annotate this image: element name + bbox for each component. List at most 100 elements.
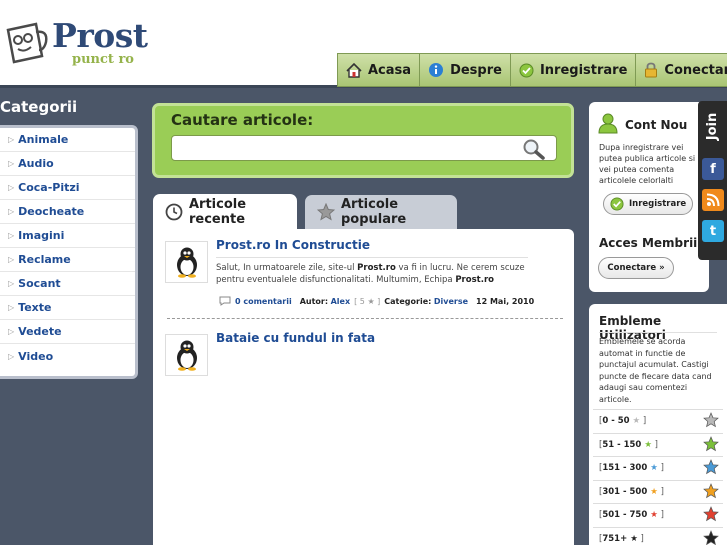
nav-despre[interactable]: Despre: [419, 53, 510, 87]
emblem-level-0: [ 0 - 50 ★ ]: [593, 409, 723, 432]
category-label: Reclame: [18, 253, 71, 266]
triangle-right-icon: ▷: [8, 135, 15, 144]
site-logo[interactable]: Prost punct ro: [2, 14, 152, 70]
search-input[interactable]: [171, 135, 557, 161]
category-label: Coca-Pitzi: [18, 181, 80, 194]
category-label: Socant: [18, 277, 61, 290]
nav-conectare[interactable]: Conectare: [635, 53, 727, 87]
join-label[interactable]: Join: [698, 105, 727, 147]
emblem-star-icon: [703, 482, 719, 498]
category-item[interactable]: ▷ Imagini: [0, 224, 135, 248]
category-label: Vedete: [18, 325, 62, 338]
category-link[interactable]: Diverse: [434, 297, 468, 306]
category-label: Imagini: [18, 229, 65, 242]
category-label: Deocheate: [18, 205, 85, 218]
triangle-right-icon: ▷: [8, 159, 15, 168]
account-text: Dupa inregistrare vei putea publica arti…: [599, 143, 696, 185]
article-divider: [167, 318, 563, 319]
category-label: Audio: [18, 157, 54, 170]
register-button[interactable]: Inregistrare: [603, 193, 693, 215]
category-item[interactable]: ▷ Texte: [0, 296, 135, 320]
nav-despre-label: Despre: [450, 62, 502, 78]
emblem-level-2: [ 151 - 300 ★ ]: [593, 456, 723, 479]
account-title: Cont Nou: [597, 112, 687, 137]
check-icon: [519, 63, 534, 78]
nav-conectare-label: Conectare: [664, 62, 727, 78]
clock-icon: [165, 203, 183, 221]
check-icon: [610, 197, 624, 211]
category-label: Animale: [18, 133, 69, 146]
facebook-icon[interactable]: f: [702, 158, 724, 180]
triangle-right-icon: ▷: [8, 255, 15, 264]
category-label: Video: [18, 349, 54, 363]
triangle-right-icon: ▷: [8, 207, 15, 216]
mug-logo-icon: [6, 22, 48, 64]
search-panel: Cautare articole:: [152, 103, 574, 178]
category-item[interactable]: ▷ Animale: [0, 128, 135, 152]
emblem-level-3: [ 301 - 500 ★ ]: [593, 479, 723, 503]
search-button[interactable]: [522, 138, 546, 164]
site-header: Prost punct ro Acasa Despre Inregistrare: [0, 0, 727, 88]
article-title[interactable]: Bataie cu fundul in fata: [216, 331, 375, 345]
comments-link[interactable]: 0 comentarii: [235, 297, 292, 306]
article-avatar: [165, 241, 208, 283]
article-excerpt: Salut, In urmatoarele zile, site-ul Pros…: [216, 257, 528, 286]
connect-button[interactable]: Conectare »: [598, 257, 674, 279]
tab-popular-label: Articole populare: [341, 197, 407, 227]
emblems-panel: Embleme Utilizatori Emblemele se acorda …: [589, 304, 727, 545]
members-title: Acces Membrii: [599, 236, 698, 250]
tab-recent[interactable]: Articole recente: [153, 194, 297, 230]
tab-recent-label: Articole recente: [189, 197, 247, 227]
account-panel: Cont Nou Dupa inregistrare vei putea pub…: [589, 102, 709, 292]
author-link[interactable]: Alex: [331, 297, 351, 306]
nav-inregistrare-label: Inregistrare: [539, 62, 628, 78]
triangle-right-icon: ▷: [8, 351, 15, 361]
category-item[interactable]: ▷ Deocheate: [0, 200, 135, 224]
user-icon: [597, 112, 619, 137]
category-item[interactable]: ▷ Socant: [0, 272, 135, 296]
category-item[interactable]: ▷ Audio: [0, 152, 135, 176]
brand-sub: punct ro: [72, 52, 134, 67]
emblem-level-1: [ 51 - 150 ★ ]: [593, 432, 723, 456]
rss-icon[interactable]: [702, 189, 724, 211]
emblems-text: Emblemele se acorda automat in functie d…: [599, 332, 717, 405]
emblem-star-icon: [703, 435, 719, 451]
category-label: Texte: [18, 301, 52, 314]
emblem-star-icon: [703, 459, 719, 475]
emblem-star-icon: [703, 506, 719, 522]
categories-list: ▷ Animale ▷ Audio ▷ Coca-Pitzi ▷ Deocheate ▷…: [0, 125, 138, 379]
tab-popular[interactable]: Articole populare: [305, 195, 457, 229]
nav-inregistrare[interactable]: Inregistrare: [509, 53, 636, 87]
search-title: Cautare articole:: [171, 111, 314, 129]
star-icon: [317, 203, 335, 221]
lock-icon: [644, 62, 658, 78]
category-item[interactable]: ▷ Coca-Pitzi: [0, 176, 135, 200]
triangle-right-icon: ▷: [8, 327, 15, 336]
emblem-level-4: [ 501 - 750 ★ ]: [593, 503, 723, 526]
article-avatar: [165, 334, 208, 376]
search-icon: [523, 139, 545, 160]
tux-icon: [176, 340, 197, 371]
category-item[interactable]: ▷ Vedete: [0, 320, 135, 344]
article-rating: [ 5 ★ ]: [354, 296, 381, 306]
info-icon: [428, 62, 444, 78]
triangle-right-icon: ▷: [8, 279, 15, 288]
comment-icon: [219, 296, 231, 306]
emblem-level-5: [ 751+ ★ ]: [593, 526, 723, 545]
article-title[interactable]: Prost.ro In Constructie: [216, 238, 370, 252]
main-nav: Acasa Despre Inregistrare Conectare: [337, 53, 727, 87]
twitter-icon[interactable]: t: [702, 220, 724, 242]
categories-title: Categorii: [0, 98, 78, 116]
category-item[interactable]: ▷ Reclame: [0, 248, 135, 272]
triangle-right-icon: ▷: [8, 231, 15, 240]
articles-panel: Prost.ro In Constructie Salut, In urmato…: [153, 229, 574, 545]
category-item[interactable]: ▷ Video: [0, 344, 135, 368]
triangle-right-icon: ▷: [8, 303, 15, 312]
emblem-star-icon: [703, 529, 719, 545]
article-date: 12 Mai, 2010: [476, 296, 535, 306]
social-bar: Join f t: [698, 101, 727, 260]
brand-name: Prost: [52, 16, 148, 55]
nav-acasa-label: Acasa: [368, 62, 412, 78]
house-icon: [346, 62, 362, 78]
nav-acasa[interactable]: Acasa: [337, 53, 420, 87]
